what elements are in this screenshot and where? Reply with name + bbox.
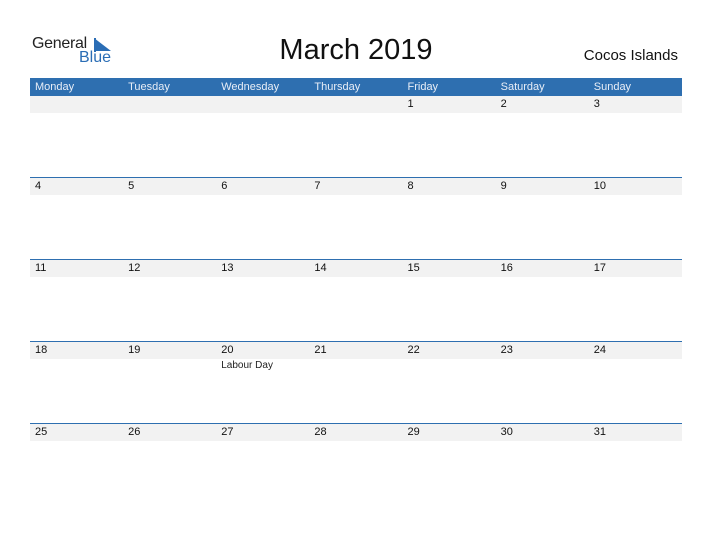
day-number: 25	[35, 426, 48, 438]
day-number: 2	[500, 98, 507, 110]
day-number: 27	[221, 426, 234, 438]
weekday-header: Monday Tuesday Wednesday Thursday Friday…	[30, 78, 682, 96]
day-number: 29	[407, 426, 420, 438]
day-number: 18	[35, 344, 48, 356]
calendar-grid: Monday Tuesday Wednesday Thursday Friday…	[30, 78, 682, 505]
day-number: 7	[314, 180, 321, 192]
holiday-label	[309, 359, 402, 372]
date-strip: 18 19 20 21 22 23 24	[30, 342, 682, 359]
weekday-friday: Friday	[407, 81, 439, 93]
holiday-label	[403, 359, 496, 372]
day-number: 31	[593, 426, 606, 438]
weekday-sunday: Sunday	[593, 81, 632, 93]
weekday-tuesday: Tuesday	[128, 81, 170, 93]
day-number: 6	[221, 180, 228, 192]
date-strip: 4 5 6 7 8 9 10	[30, 178, 682, 195]
day-number	[30, 96, 123, 113]
day-number: 3	[593, 98, 600, 110]
day-number: 1	[407, 98, 414, 110]
day-number: 12	[128, 262, 141, 274]
day-number: 24	[593, 344, 606, 356]
region-label: Cocos Islands	[583, 47, 678, 64]
week-row: 11 12 13 14 15 16 17	[30, 259, 682, 341]
weekday-wednesday: Wednesday	[221, 81, 280, 93]
events-row: Labour Day	[30, 359, 682, 372]
day-number: 9	[500, 180, 507, 192]
day-number	[216, 96, 309, 113]
holiday-label: Labour Day	[221, 360, 273, 371]
weekday-monday: Monday	[35, 81, 75, 93]
page-title: March 2019	[279, 34, 433, 66]
day-number: 22	[407, 344, 420, 356]
week-row: 25 26 27 28 29 30 31	[30, 423, 682, 505]
day-number: 30	[500, 426, 513, 438]
day-number: 23	[500, 344, 513, 356]
day-number: 17	[593, 262, 606, 274]
day-number: 14	[314, 262, 327, 274]
holiday-label	[589, 359, 682, 372]
holiday-label	[30, 359, 123, 372]
date-strip: 11 12 13 14 15 16 17	[30, 260, 682, 277]
day-number: 28	[314, 426, 327, 438]
day-number: 13	[221, 262, 234, 274]
day-number: 11	[35, 262, 47, 274]
weekday-thursday: Thursday	[314, 81, 361, 93]
day-number: 20	[221, 344, 234, 356]
day-number	[309, 96, 402, 113]
day-number: 21	[314, 344, 327, 356]
day-number: 10	[593, 180, 606, 192]
date-strip: 1 2 3	[30, 96, 682, 113]
week-row: 18 19 20 21 22 23 24 Labour Day	[30, 341, 682, 423]
date-strip: 25 26 27 28 29 30 31	[30, 424, 682, 441]
day-number: 4	[35, 180, 42, 192]
day-number: 26	[128, 426, 141, 438]
day-number: 16	[500, 262, 513, 274]
week-row: 4 5 6 7 8 9 10	[30, 177, 682, 259]
day-number: 5	[128, 180, 135, 192]
holiday-label	[123, 359, 216, 372]
day-number: 8	[407, 180, 414, 192]
weekday-saturday: Saturday	[500, 81, 545, 93]
week-row: 1 2 3	[30, 96, 682, 177]
holiday-label	[496, 359, 589, 372]
day-number: 19	[128, 344, 141, 356]
day-number: 15	[407, 262, 420, 274]
day-number	[123, 96, 216, 113]
